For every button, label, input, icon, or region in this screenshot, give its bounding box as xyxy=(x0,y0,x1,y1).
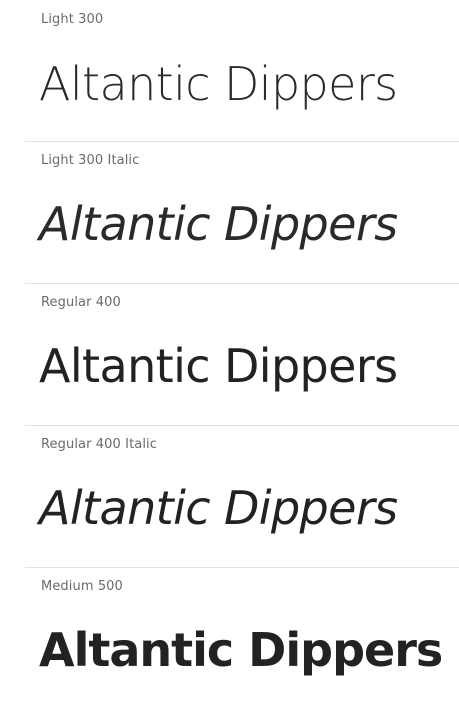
specimen-light-300-italic: Light 300 Italic Altantic Dippers xyxy=(25,141,459,283)
specimen-regular-400: Regular 400 Altantic Dippers xyxy=(25,283,459,425)
font-specimen-list: Light 300 Altantic Dippers Light 300 Ita… xyxy=(0,0,459,709)
specimen-regular-400-italic: Regular 400 Italic Altantic Dippers xyxy=(25,425,459,567)
sample-text: Altantic Dippers xyxy=(39,197,398,251)
specimen-medium-500: Medium 500 Altantic Dippers xyxy=(25,567,459,709)
weight-label: Light 300 xyxy=(41,12,104,27)
sample-text: Altantic Dippers xyxy=(39,339,398,393)
weight-label: Light 300 Italic xyxy=(41,153,140,168)
weight-label: Regular 400 xyxy=(41,295,121,310)
weight-label: Medium 500 xyxy=(41,579,123,594)
sample-text: Altantic Dippers xyxy=(39,623,443,677)
sample-text: Altantic Dippers xyxy=(39,57,398,111)
sample-text: Altantic Dippers xyxy=(39,481,398,535)
weight-label: Regular 400 Italic xyxy=(41,437,158,452)
specimen-light-300: Light 300 Altantic Dippers xyxy=(0,0,459,141)
